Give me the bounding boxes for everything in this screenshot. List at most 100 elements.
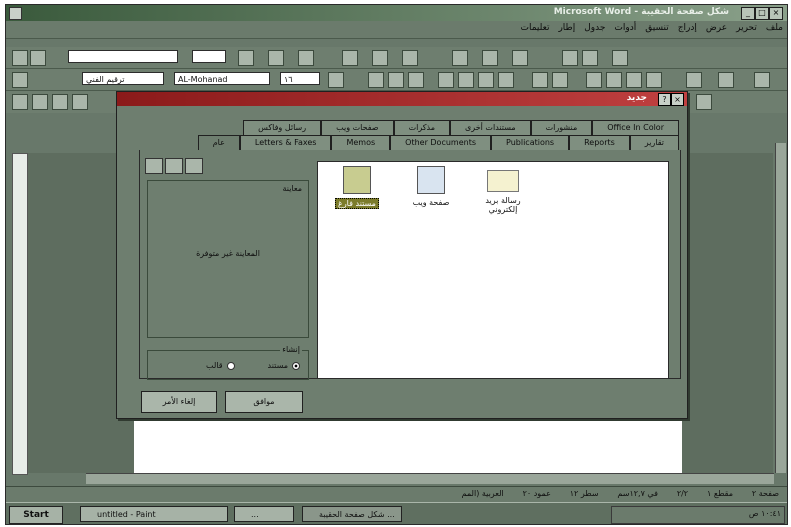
arabic-font-icon[interactable]: [328, 72, 344, 88]
justify-icon[interactable]: [498, 72, 514, 88]
dialog-close-icon[interactable]: ×: [671, 93, 684, 106]
menu-edit[interactable]: تحرير: [736, 23, 757, 33]
menu-window[interactable]: إطار: [558, 23, 575, 33]
tab-office-in-color[interactable]: Office In Color: [592, 120, 679, 135]
horizontal-scrollbar[interactable]: [86, 473, 774, 484]
tab-other-documents-ar[interactable]: مستندات أخرى: [450, 120, 531, 135]
open-folder-icon[interactable]: [32, 94, 48, 110]
tab-memos[interactable]: Memos: [331, 135, 391, 150]
radio-document[interactable]: مستند: [268, 361, 300, 370]
large-icons-view-icon[interactable]: [145, 158, 163, 174]
split-cells-icon[interactable]: [402, 50, 418, 66]
template-email-message[interactable]: رسالة بريد إلكتروني: [468, 166, 538, 214]
tab-letters-faxes[interactable]: Letters & Faxes: [239, 135, 332, 150]
close-button[interactable]: ×: [769, 7, 783, 20]
radio-template[interactable]: قالب: [206, 361, 235, 370]
align-center-icon[interactable]: [458, 72, 474, 88]
bold-icon[interactable]: [368, 72, 384, 88]
save-icon[interactable]: [52, 94, 68, 110]
eraser-icon[interactable]: [30, 50, 46, 66]
tab-general[interactable]: عام: [197, 135, 240, 150]
start-button[interactable]: Start: [9, 506, 63, 524]
italic-icon[interactable]: [388, 72, 404, 88]
shading-icon[interactable]: [298, 50, 314, 66]
line-weight-select[interactable]: [192, 50, 226, 63]
tab-publications-ar[interactable]: منشورات: [530, 120, 593, 135]
radio-document-dot[interactable]: [292, 361, 300, 370]
tab-memos-ar[interactable]: مذكرات: [393, 120, 451, 135]
align-icon[interactable]: [452, 50, 468, 66]
borders-icon[interactable]: [268, 50, 284, 66]
insert-table-icon[interactable]: [342, 50, 358, 66]
tab-web-pages[interactable]: صفحات ويب: [321, 120, 394, 135]
cancel-button[interactable]: إلغاء الأمر: [141, 391, 217, 413]
blank-document-icon: [343, 166, 371, 194]
vertical-ruler: [12, 153, 28, 475]
tab-reports-ar[interactable]: تقارير: [629, 135, 679, 150]
styles-icon[interactable]: [12, 72, 28, 88]
menu-tools[interactable]: أدوات: [614, 23, 636, 33]
email-message-icon: [487, 170, 519, 192]
sort-descending-icon[interactable]: [582, 50, 598, 66]
tab-row-1: Office In Color منشورات مستندات أخرى مذك…: [243, 120, 679, 135]
ltr-icon[interactable]: [532, 72, 548, 88]
details-view-icon[interactable]: [185, 158, 203, 174]
sort-ascending-icon[interactable]: [562, 50, 578, 66]
font-color-icon[interactable]: [754, 72, 770, 88]
document-page[interactable]: [134, 417, 682, 475]
outside-border-icon[interactable]: [686, 72, 702, 88]
word-app-icon[interactable]: [9, 7, 22, 20]
menu-insert[interactable]: إدراج: [678, 23, 697, 33]
minimize-button[interactable]: _: [741, 7, 755, 20]
print-icon[interactable]: [72, 94, 88, 110]
help-icon[interactable]: ?: [658, 93, 671, 106]
list-view-icon[interactable]: [165, 158, 183, 174]
system-tray: ١٠:٤١ ص: [611, 506, 785, 524]
radio-template-dot[interactable]: [226, 361, 235, 370]
merge-cells-icon[interactable]: [372, 50, 388, 66]
status-position: في ١٢,٧سم: [617, 489, 658, 498]
highlight-icon[interactable]: [718, 72, 734, 88]
border-color-icon[interactable]: [238, 50, 254, 66]
underline-icon[interactable]: [408, 72, 424, 88]
distribute-rows-icon[interactable]: [482, 50, 498, 66]
menu-file[interactable]: ملف: [766, 23, 783, 33]
decrease-indent-icon[interactable]: [626, 72, 642, 88]
pencil-icon[interactable]: [12, 50, 28, 66]
increase-indent-icon[interactable]: [646, 72, 662, 88]
style-select[interactable]: ترقيم الفني: [82, 72, 164, 85]
template-web-page[interactable]: صفحة ويب: [396, 166, 466, 207]
task-paint[interactable]: untitled - Paint: [80, 506, 228, 522]
drawing-toolbar: [6, 47, 787, 69]
menu-help[interactable]: تعليمات: [520, 23, 549, 33]
ok-button[interactable]: موافق: [225, 391, 303, 413]
menu-table[interactable]: جدول: [584, 23, 605, 33]
task-window-2[interactable]: ...: [234, 506, 294, 522]
line-style-select[interactable]: [68, 50, 178, 63]
new-document-icon[interactable]: [12, 94, 28, 110]
tab-publications[interactable]: Publications: [491, 135, 570, 150]
zoom-icon[interactable]: [696, 94, 712, 110]
maximize-button[interactable]: □: [755, 7, 769, 20]
align-right-icon[interactable]: [478, 72, 494, 88]
new-document-dialog: جديد ? × Office In Color منشورات مستندات…: [116, 91, 688, 419]
radio-document-label: مستند: [267, 361, 288, 370]
template-blank-document[interactable]: مستند فارغ: [322, 166, 392, 209]
menu-format[interactable]: تنسيق: [645, 23, 668, 33]
task-word[interactable]: شكل صفحة الحقيبة ...: [302, 506, 402, 522]
font-select[interactable]: AL-Mohanad: [174, 72, 270, 85]
tab-reports[interactable]: Reports: [569, 135, 630, 150]
tab-letters-faxes-ar[interactable]: رسائل وفاكس: [243, 120, 322, 135]
vertical-scrollbar[interactable]: [775, 143, 786, 473]
menu-view[interactable]: عرض: [706, 23, 727, 33]
menu-bar: ملف تحرير عرض إدراج تنسيق أدوات جدول إطا…: [6, 21, 787, 39]
numbering-icon[interactable]: [586, 72, 602, 88]
tab-other-documents[interactable]: Other Documents: [390, 135, 492, 150]
font-size-select[interactable]: ١٦: [280, 72, 320, 85]
bullets-icon[interactable]: [606, 72, 622, 88]
autosum-icon[interactable]: [612, 50, 628, 66]
status-column: عمود ٢٠: [522, 489, 551, 498]
distribute-columns-icon[interactable]: [512, 50, 528, 66]
rtl-icon[interactable]: [552, 72, 568, 88]
align-left-icon[interactable]: [438, 72, 454, 88]
